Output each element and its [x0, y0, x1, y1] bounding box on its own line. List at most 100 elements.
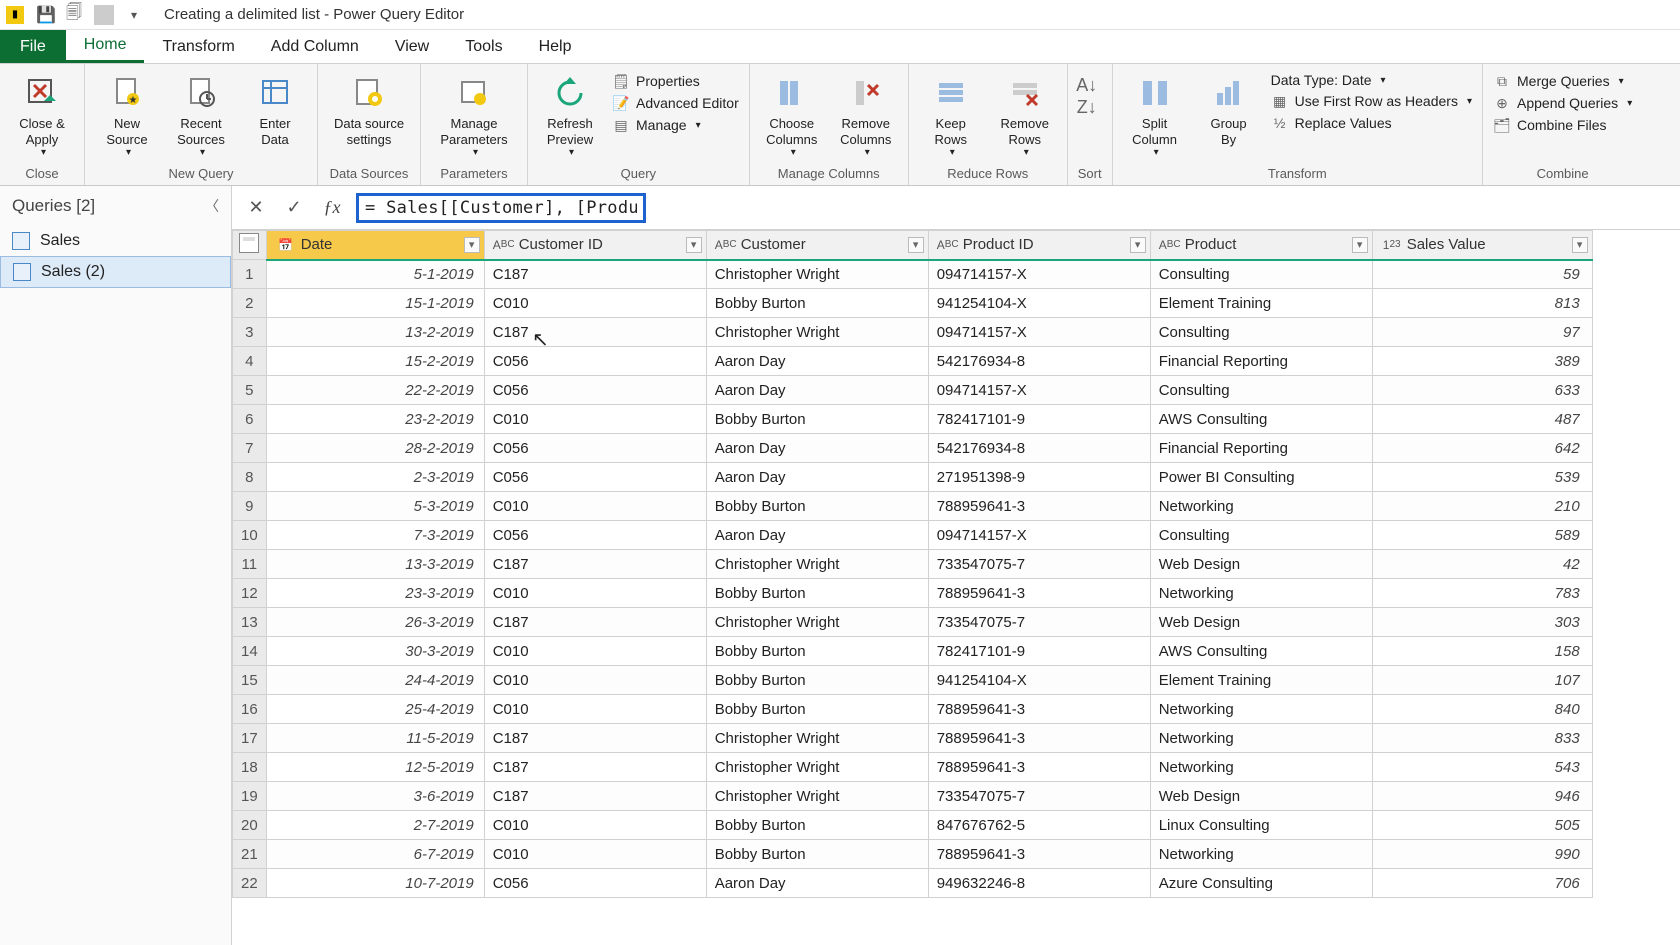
manage-parameters-button[interactable]: Manage Parameters▾: [431, 68, 517, 159]
cell-product[interactable]: Power BI Consulting: [1150, 463, 1372, 492]
group-by-button[interactable]: Group By: [1197, 68, 1261, 147]
cell-date[interactable]: 2-7-2019: [266, 811, 484, 840]
cell-customer-id[interactable]: C187: [484, 260, 706, 289]
cell-sales-value[interactable]: 389: [1372, 347, 1592, 376]
cell-product-id[interactable]: 733547075-7: [928, 608, 1150, 637]
cell-product[interactable]: Networking: [1150, 492, 1372, 521]
cell-product[interactable]: Networking: [1150, 695, 1372, 724]
table-row[interactable]: 15-1-2019C187Christopher Wright094714157…: [233, 260, 1593, 289]
qat-undo-icon[interactable]: 🗐: [64, 5, 84, 25]
replace-values-button[interactable]: ½Replace Values: [1271, 114, 1472, 132]
row-number[interactable]: 16: [233, 695, 267, 724]
cell-customer-id[interactable]: C187: [484, 318, 706, 347]
table-row[interactable]: 1113-3-2019C187Christopher Wright7335470…: [233, 550, 1593, 579]
cell-customer[interactable]: Bobby Burton: [706, 289, 928, 318]
cell-product-id[interactable]: 733547075-7: [928, 782, 1150, 811]
cell-date[interactable]: 5-3-2019: [266, 492, 484, 521]
row-number[interactable]: 1: [233, 260, 267, 289]
cell-product-id[interactable]: 941254104-X: [928, 666, 1150, 695]
cell-product[interactable]: Networking: [1150, 724, 1372, 753]
cell-sales-value[interactable]: 633: [1372, 376, 1592, 405]
tab-file[interactable]: File: [0, 30, 66, 63]
cell-product-id[interactable]: 847676762-5: [928, 811, 1150, 840]
cell-date[interactable]: 11-5-2019: [266, 724, 484, 753]
row-number[interactable]: 22: [233, 869, 267, 898]
cell-sales-value[interactable]: 97: [1372, 318, 1592, 347]
cell-product[interactable]: Financial Reporting: [1150, 347, 1372, 376]
table-row[interactable]: 313-2-2019C187Christopher Wright09471415…: [233, 318, 1593, 347]
row-number[interactable]: 6: [233, 405, 267, 434]
enter-data-button[interactable]: Enter Data: [243, 68, 307, 147]
cell-customer-id[interactable]: C010: [484, 289, 706, 318]
split-column-button[interactable]: Split Column▾: [1123, 68, 1187, 159]
cell-product[interactable]: Web Design: [1150, 550, 1372, 579]
cell-date[interactable]: 12-5-2019: [266, 753, 484, 782]
manage-button[interactable]: ▤Manage▾: [612, 116, 739, 134]
cell-product-id[interactable]: 094714157-X: [928, 521, 1150, 550]
query-item-sales-2-[interactable]: Sales (2): [0, 256, 231, 288]
row-number[interactable]: 10: [233, 521, 267, 550]
row-number[interactable]: 20: [233, 811, 267, 840]
cell-customer-id[interactable]: C187: [484, 550, 706, 579]
tab-home[interactable]: Home: [66, 30, 145, 63]
cell-sales-value[interactable]: 543: [1372, 753, 1592, 782]
cell-customer-id[interactable]: C010: [484, 492, 706, 521]
cell-product[interactable]: Financial Reporting: [1150, 434, 1372, 463]
fx-icon[interactable]: ƒx: [318, 197, 346, 218]
sort-desc-button[interactable]: Z↓: [1078, 98, 1096, 116]
row-number[interactable]: 19: [233, 782, 267, 811]
row-number[interactable]: 2: [233, 289, 267, 318]
merge-queries-button[interactable]: ⧉Merge Queries▾: [1493, 72, 1632, 90]
cell-sales-value[interactable]: 813: [1372, 289, 1592, 318]
filter-dropdown-icon[interactable]: ▾: [1572, 237, 1588, 253]
column-header-customer-id[interactable]: ABCCustomer ID▾: [484, 231, 706, 260]
cell-customer[interactable]: Bobby Burton: [706, 637, 928, 666]
cell-customer[interactable]: Bobby Burton: [706, 666, 928, 695]
table-row[interactable]: 95-3-2019C010Bobby Burton788959641-3Netw…: [233, 492, 1593, 521]
first-row-headers-button[interactable]: ▦Use First Row as Headers▾: [1271, 92, 1472, 110]
row-number[interactable]: 17: [233, 724, 267, 753]
cell-customer-id[interactable]: C056: [484, 463, 706, 492]
cell-date[interactable]: 15-1-2019: [266, 289, 484, 318]
row-number[interactable]: 13: [233, 608, 267, 637]
cell-date[interactable]: 28-2-2019: [266, 434, 484, 463]
cell-product-id[interactable]: 782417101-9: [928, 637, 1150, 666]
keep-rows-button[interactable]: Keep Rows▾: [919, 68, 983, 159]
choose-columns-button[interactable]: Choose Columns▾: [760, 68, 824, 159]
cell-customer[interactable]: Aaron Day: [706, 347, 928, 376]
cell-date[interactable]: 23-2-2019: [266, 405, 484, 434]
cell-product-id[interactable]: 094714157-X: [928, 260, 1150, 289]
tab-transform[interactable]: Transform: [144, 30, 252, 63]
cell-customer[interactable]: Christopher Wright: [706, 608, 928, 637]
cell-sales-value[interactable]: 783: [1372, 579, 1592, 608]
cell-product-id[interactable]: 788959641-3: [928, 724, 1150, 753]
cell-customer[interactable]: Aaron Day: [706, 376, 928, 405]
accept-formula-button[interactable]: ✓: [280, 194, 308, 222]
append-queries-button[interactable]: ⊕Append Queries▾: [1493, 94, 1632, 112]
cell-customer-id[interactable]: C056: [484, 347, 706, 376]
cell-sales-value[interactable]: 107: [1372, 666, 1592, 695]
cell-customer[interactable]: Bobby Burton: [706, 695, 928, 724]
cell-sales-value[interactable]: 158: [1372, 637, 1592, 666]
cell-date[interactable]: 30-3-2019: [266, 637, 484, 666]
cell-customer-id[interactable]: C187: [484, 782, 706, 811]
refresh-preview-button[interactable]: Refresh Preview▾: [538, 68, 602, 159]
column-header-product[interactable]: ABCProduct▾: [1150, 231, 1372, 260]
tab-add-column[interactable]: Add Column: [253, 30, 377, 63]
cell-date[interactable]: 13-2-2019: [266, 318, 484, 347]
filter-dropdown-icon[interactable]: ▾: [1352, 237, 1368, 253]
cell-product[interactable]: Consulting: [1150, 521, 1372, 550]
row-number[interactable]: 5: [233, 376, 267, 405]
cell-customer-id[interactable]: C187: [484, 724, 706, 753]
cell-sales-value[interactable]: 42: [1372, 550, 1592, 579]
cell-date[interactable]: 13-3-2019: [266, 550, 484, 579]
cell-date[interactable]: 25-4-2019: [266, 695, 484, 724]
cell-customer-id[interactable]: C010: [484, 637, 706, 666]
cancel-formula-button[interactable]: ✕: [242, 194, 270, 222]
query-item-sales[interactable]: Sales: [0, 226, 231, 256]
collapse-pane-icon[interactable]: 〈: [205, 196, 219, 216]
cell-sales-value[interactable]: 210: [1372, 492, 1592, 521]
row-number[interactable]: 21: [233, 840, 267, 869]
table-row[interactable]: 1812-5-2019C187Christopher Wright7889596…: [233, 753, 1593, 782]
cell-product[interactable]: Consulting: [1150, 318, 1372, 347]
